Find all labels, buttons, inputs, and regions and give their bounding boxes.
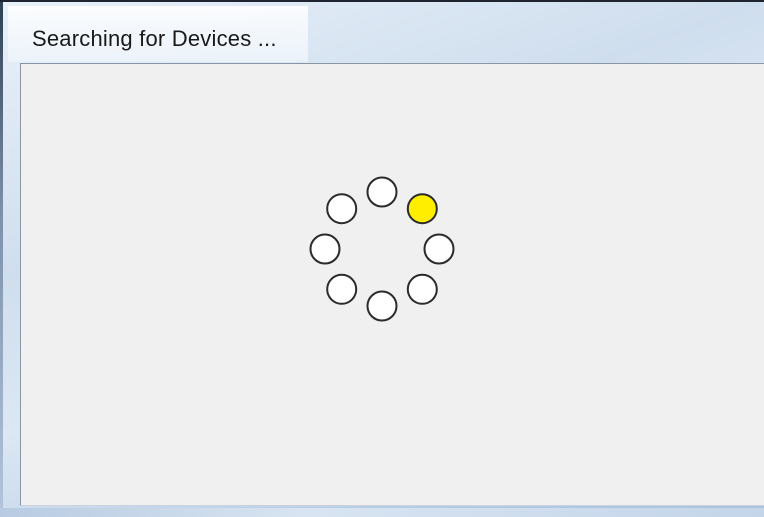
loading-spinner bbox=[309, 176, 455, 322]
spinner-dot bbox=[366, 290, 398, 322]
spinner-dot-active bbox=[406, 193, 438, 225]
spinner-dot bbox=[326, 193, 358, 225]
spinner-dot bbox=[366, 176, 398, 208]
spinner-dot bbox=[326, 273, 358, 305]
spinner-dot bbox=[309, 233, 341, 265]
spinner-dot bbox=[423, 233, 455, 265]
spinner-dot bbox=[406, 273, 438, 305]
searching-dialog-window: Searching for Devices ... bbox=[0, 0, 764, 517]
